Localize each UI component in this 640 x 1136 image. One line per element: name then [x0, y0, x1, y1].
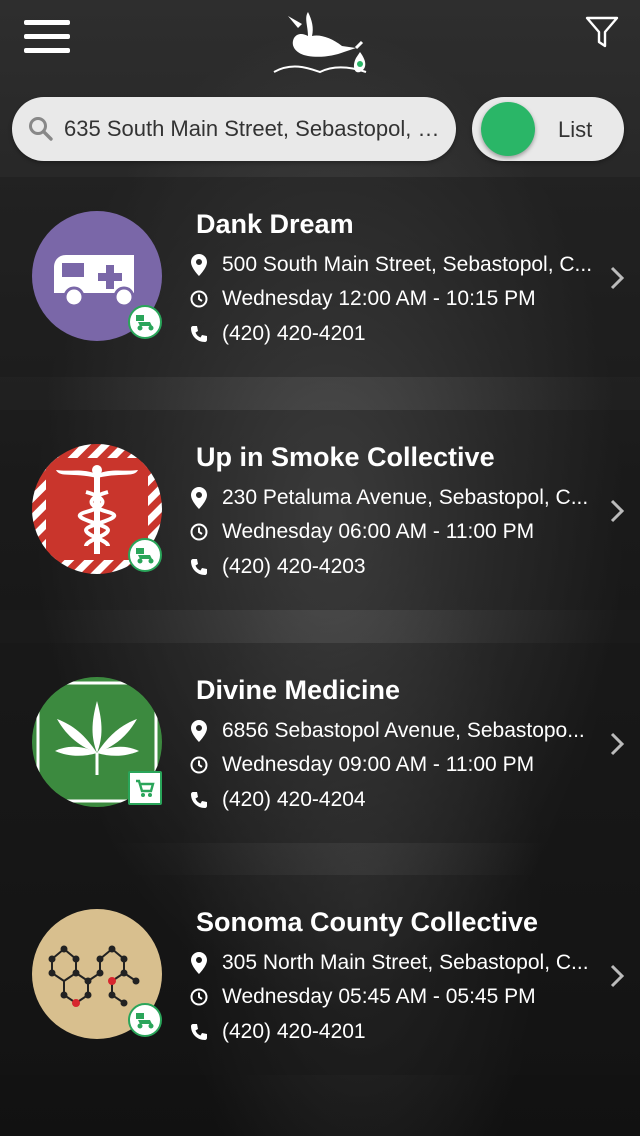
dispensary-phone[interactable]: (420) 420-4204 [222, 788, 366, 812]
dispensary-address: 305 North Main Street, Sebastopol, C... [222, 951, 589, 974]
dispensary-name: Up in Smoke Collective [196, 442, 495, 472]
dispensary-card[interactable]: Sonoma County Collective 305 North Main … [0, 875, 640, 1075]
chevron-right-icon[interactable] [608, 731, 626, 757]
storefront-cart-icon [128, 771, 162, 805]
toggle-label: List [558, 117, 593, 142]
dispensary-hours: Wednesday 06:00 AM - 11:00 PM [222, 520, 535, 543]
clock-icon [188, 754, 210, 776]
phone-row[interactable]: (420) 420-4204 [188, 788, 366, 812]
search-icon [29, 117, 53, 141]
location-pin-icon [188, 952, 210, 974]
dispensary-phone[interactable]: (420) 420-4203 [222, 555, 366, 579]
phone-icon [188, 556, 210, 578]
address-row: 305 North Main Street, Sebastopol, C... [188, 951, 589, 975]
phone-icon [188, 1021, 210, 1043]
dispensary-hours: Wednesday 09:00 AM - 11:00 PM [222, 753, 535, 776]
dispensary-address: 6856 Sebastopol Avenue, Sebastopo... [222, 719, 585, 742]
filter-funnel-icon[interactable] [584, 14, 620, 50]
dispensary-hours: Wednesday 05:45 AM - 05:45 PM [222, 985, 536, 1008]
address-row: 500 South Main Street, Sebastopol, C... [188, 253, 592, 277]
dispensary-name: Divine Medicine [196, 675, 401, 705]
dispensary-address: 500 South Main Street, Sebastopol, C... [222, 253, 593, 276]
location-pin-icon [188, 487, 210, 509]
chevron-right-icon[interactable] [608, 265, 626, 291]
delivery-scooter-icon [128, 1003, 162, 1037]
dispensary-card[interactable]: Dank Dream 500 South Main Street, Sebast… [0, 177, 640, 377]
phone-row[interactable]: (420) 420-4201 [188, 322, 366, 346]
phone-icon [188, 323, 210, 345]
toggle-knob[interactable] [481, 102, 535, 156]
clock-icon [188, 288, 210, 310]
dispensary-hours: Wednesday 12:00 AM - 10:15 PM [222, 287, 536, 310]
dispensary-card[interactable]: Divine Medicine 6856 Sebastopol Avenue, … [0, 643, 640, 843]
address-row: 230 Petaluma Avenue, Sebastopol, C... [188, 486, 588, 510]
delivery-scooter-icon [128, 305, 162, 339]
dispensary-phone[interactable]: (420) 420-4201 [222, 1020, 366, 1044]
hours-row: Wednesday 09:00 AM - 11:00 PM [188, 753, 534, 777]
clock-icon [188, 521, 210, 543]
chevron-right-icon[interactable] [608, 963, 626, 989]
stork-logo-icon [273, 12, 367, 74]
location-pin-icon [188, 254, 210, 276]
dispensary-phone[interactable]: (420) 420-4201 [222, 322, 366, 346]
delivery-scooter-icon [128, 538, 162, 572]
address-row: 6856 Sebastopol Avenue, Sebastopo... [188, 719, 585, 743]
dispensary-name: Sonoma County Collective [196, 907, 539, 937]
top-bar [0, 0, 640, 92]
hours-row: Wednesday 06:00 AM - 11:00 PM [188, 520, 534, 544]
dispensary-address: 230 Petaluma Avenue, Sebastopol, C... [222, 486, 589, 509]
hours-row: Wednesday 12:00 AM - 10:15 PM [188, 287, 536, 311]
phone-icon [188, 789, 210, 811]
list-map-toggle[interactable]: List [472, 97, 624, 161]
hours-row: Wednesday 05:45 AM - 05:45 PM [188, 985, 536, 1009]
phone-row[interactable]: (420) 420-4201 [188, 1020, 366, 1044]
clock-icon [188, 986, 210, 1008]
address-search-input[interactable] [64, 116, 444, 142]
phone-row[interactable]: (420) 420-4203 [188, 555, 366, 579]
hamburger-menu-icon[interactable] [24, 20, 70, 56]
dispensary-name: Dank Dream [196, 209, 354, 239]
location-pin-icon [188, 720, 210, 742]
address-search-bar[interactable] [12, 97, 456, 161]
dispensary-card[interactable]: Up in Smoke Collective 230 Petaluma Aven… [0, 410, 640, 610]
chevron-right-icon[interactable] [608, 498, 626, 524]
